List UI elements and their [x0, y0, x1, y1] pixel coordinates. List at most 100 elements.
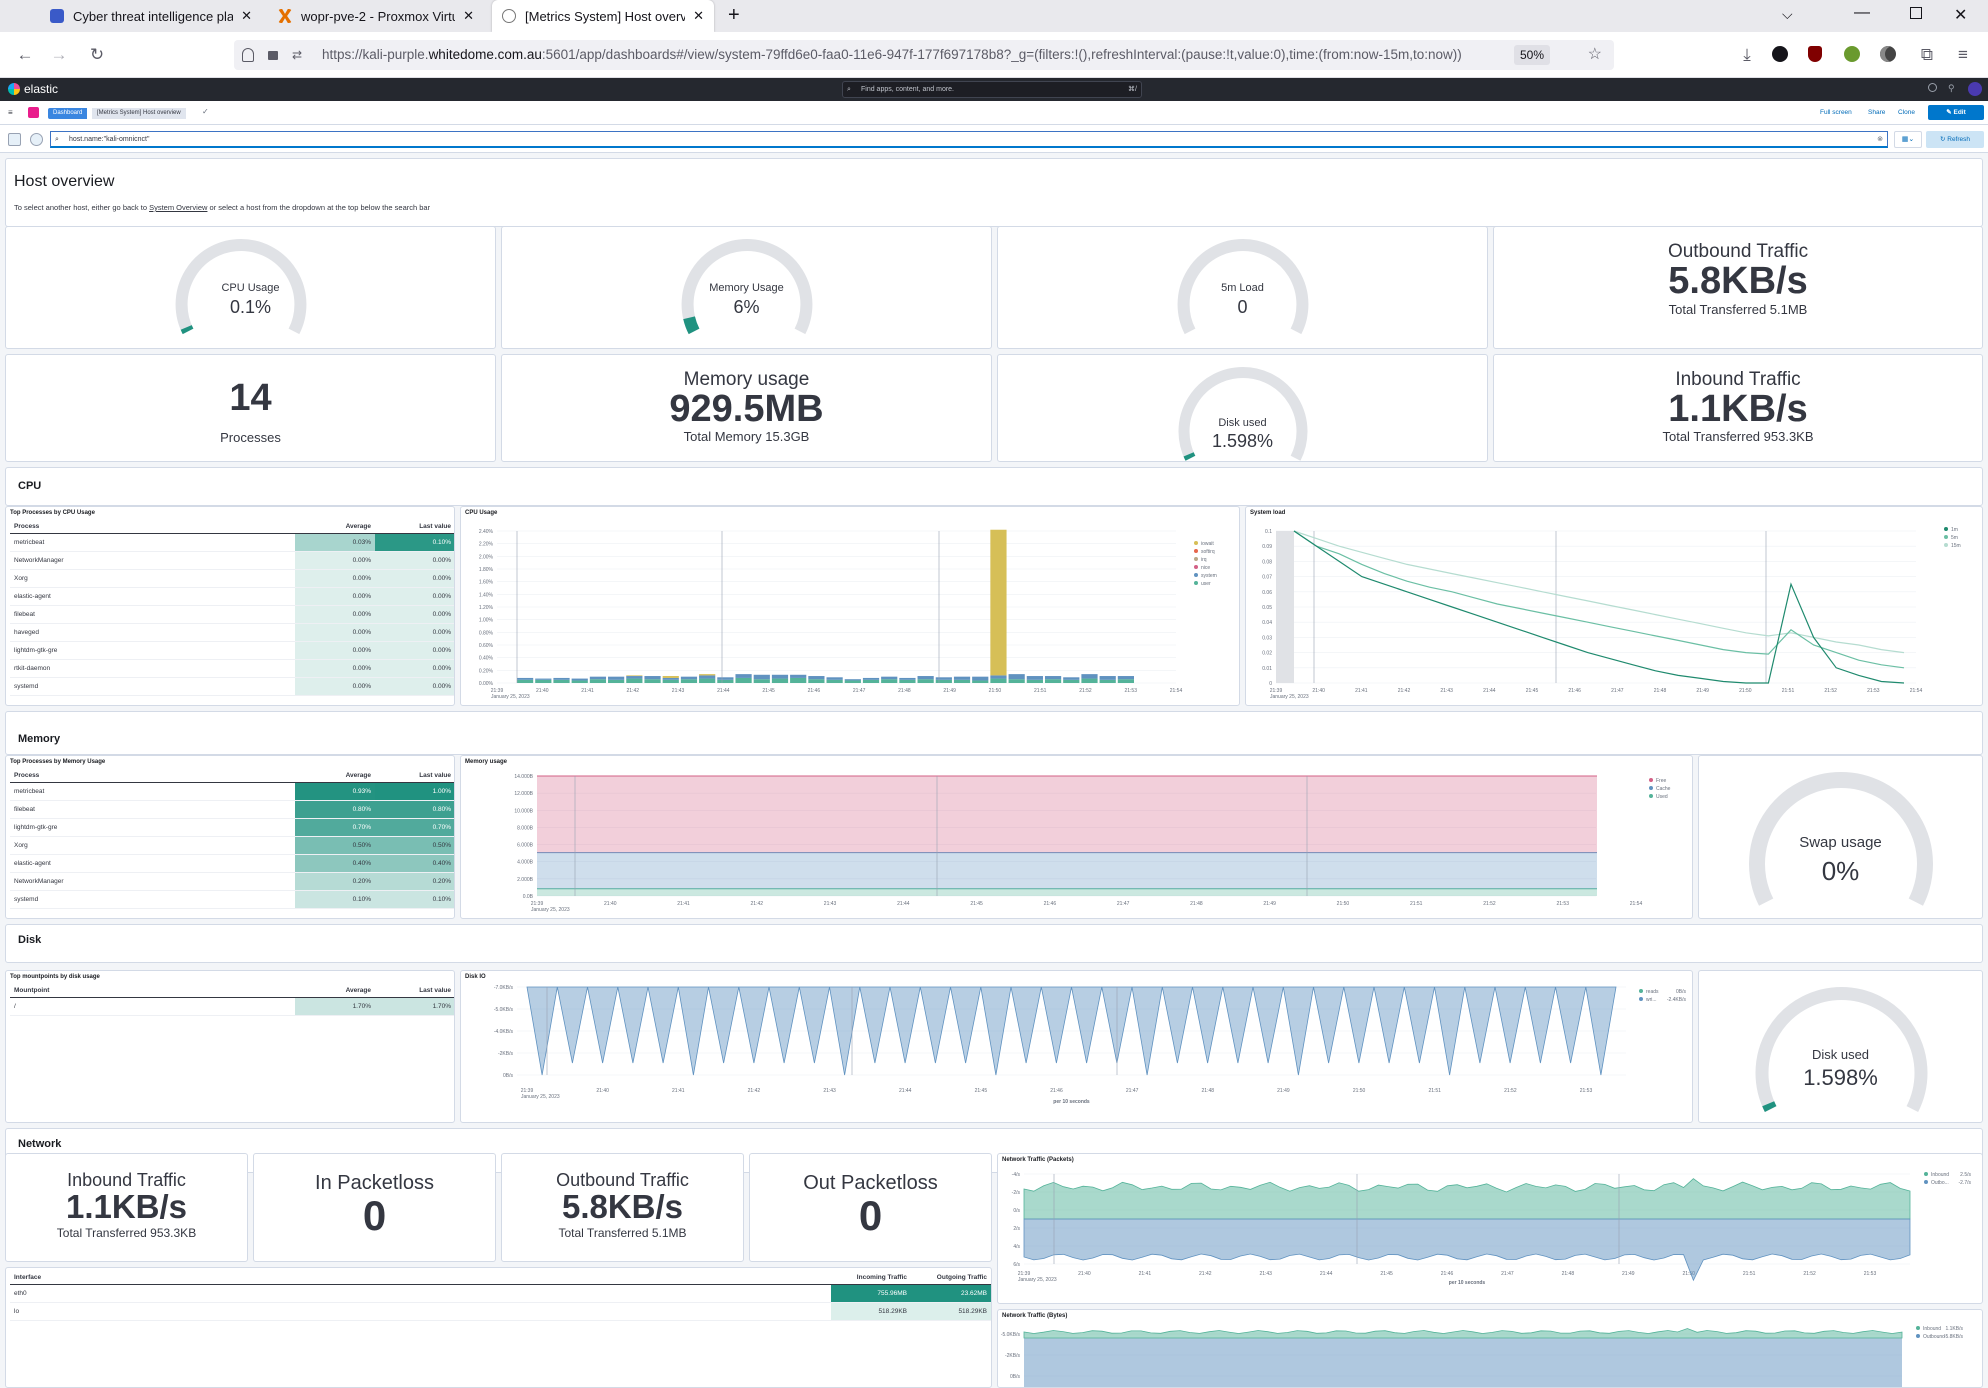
tab-cti-platform[interactable]: Cyber threat intelligence platfor ✕ — [40, 0, 262, 32]
close-icon[interactable]: ✕ — [463, 8, 474, 24]
clear-icon[interactable]: ⊗ — [1877, 132, 1883, 147]
bookmark-star-icon[interactable]: ☆ — [1588, 40, 1602, 70]
column-header[interactable]: Average — [295, 770, 375, 783]
refresh-label: Refresh — [1947, 136, 1971, 143]
x-tick-label: 21:41 — [677, 901, 690, 907]
x-tick-label: 21:42 — [751, 901, 764, 907]
cpu-usage-chart[interactable]: 0.00% 0.20% 0.40% 0.60% 0.80% 1.00% 1.20% 1.40%… — [461, 519, 1240, 705]
extension-gray-icon[interactable] — [1880, 46, 1896, 62]
gauge-fill — [683, 316, 700, 335]
column-header[interactable]: Outgoing Traffic — [911, 1272, 991, 1285]
row-label: lightdm-gtk-gre — [10, 641, 295, 660]
newsfeed-icon[interactable]: ⚲ — [1948, 83, 1955, 94]
user-avatar[interactable] — [1968, 82, 1982, 96]
tracking-shield-icon[interactable] — [242, 48, 254, 62]
full-screen-button[interactable]: Full screen — [1820, 109, 1852, 116]
gauge-value: 0% — [1821, 856, 1860, 886]
cpu-bar-user — [589, 679, 607, 683]
edit-button[interactable]: ✎ Edit — [1928, 105, 1984, 120]
brand-name[interactable]: elastic — [24, 82, 58, 96]
column-header[interactable]: Incoming Traffic — [831, 1272, 911, 1285]
disk-io-chart-panel: Disk IO 0B/s -2KB/s -4.0KB/s -5.0KB/s -7.0KB… — [460, 970, 1693, 1123]
elastic-logo-icon[interactable] — [8, 83, 20, 95]
maximize-icon[interactable] — [1910, 7, 1922, 19]
column-header[interactable]: Average — [295, 521, 375, 534]
row-value: 0.00% — [375, 605, 454, 624]
row-value: 0.00% — [295, 677, 375, 696]
column-header[interactable]: Last value — [375, 770, 454, 783]
tab-list-chevron-icon[interactable]: ⌵ — [1782, 6, 1793, 23]
legend-label: wri... — [1646, 997, 1657, 1003]
ublock-icon[interactable] — [1808, 46, 1822, 62]
kql-query-input[interactable]: ⌕ host.name:"kali-omnicnct" ⊗ — [50, 131, 1888, 148]
column-header[interactable]: Mountpoint — [10, 985, 295, 998]
legend-dot — [1944, 535, 1948, 539]
extension-dark-icon[interactable] — [1772, 46, 1788, 62]
metric-value: 0 — [362, 1192, 387, 1239]
url-path: :5601/app/dashboards#/view/system-79ffd6… — [541, 47, 1462, 62]
legend-value: -5.8KB/s — [1944, 1334, 1964, 1340]
cpu-bar-iowait — [990, 529, 1007, 676]
url-bar[interactable]: ⇄ https://kali-purple.whitedome.com.au:5… — [234, 40, 1614, 70]
menu-toggle-icon[interactable]: ≡ — [8, 108, 13, 117]
permissions-icon[interactable]: ⇄ — [292, 40, 302, 70]
legend-label: iowait — [1201, 541, 1214, 547]
tab-label: Cyber threat intelligence platfor — [73, 8, 234, 24]
close-icon[interactable]: ✕ — [693, 8, 704, 24]
network-packets-chart-panel: Network Traffic (Packets) 6/s 4/s 2/s 0/s -2… — [997, 1153, 1983, 1304]
close-icon[interactable]: ✕ — [241, 8, 252, 24]
row-value: 0.00% — [375, 659, 454, 678]
reload-icon[interactable]: ↻ — [84, 42, 110, 68]
saved-query-icon[interactable] — [8, 133, 21, 146]
y-tick-label: 0B/s — [1010, 1374, 1021, 1380]
memory-usage-chart[interactable]: 0.0B 2.000B 4.000B 6.000B 8.000B 10.000B 12.00… — [461, 768, 1693, 918]
cpu-bar-system — [790, 674, 807, 678]
x-tick-label: 21:41 — [1139, 1271, 1152, 1277]
x-date-label: January 25, 2023 — [1270, 694, 1309, 700]
global-search-input[interactable]: ⌕ Find apps, content, and more. ⌘/ — [842, 81, 1142, 98]
tab-proxmox[interactable]: wopr-pve-2 - Proxmox Virtual E ✕ — [268, 0, 484, 32]
zoom-level[interactable]: 50% — [1513, 45, 1550, 65]
column-header[interactable]: Average — [295, 985, 375, 998]
cpu-bar-system — [1063, 677, 1080, 680]
lock-icon[interactable] — [268, 51, 278, 60]
cpu-usage-gauge-panel: CPU Usage 0.1% — [5, 226, 496, 349]
network-bytes-chart[interactable]: 0B/s -2KB/s -5.0KB/s Inbound 1.1KB/sOutbound… — [998, 1320, 1983, 1388]
network-packets-chart[interactable]: 6/s4/s2/s0/s-2/s-4/s21:39 21:40 21:41 21:42… — [998, 1164, 1983, 1304]
filter-add-icon[interactable] — [30, 133, 43, 146]
help-icon[interactable] — [1928, 83, 1937, 92]
column-header[interactable]: Last value — [375, 521, 454, 534]
panel-title: Network Traffic (Packets) — [1002, 1157, 1074, 1163]
column-header[interactable]: Process — [10, 521, 295, 534]
y-tick-label: -2/s — [1012, 1190, 1021, 1196]
menu-hamburger-icon[interactable]: ≡ — [1950, 42, 1976, 68]
clone-button[interactable]: Clone — [1898, 109, 1915, 116]
legend-label: reads — [1646, 989, 1659, 995]
system-load-chart[interactable]: 0 0.01 0.02 0.03 0.04 0.05 0.06 0.07 0.08 0.09 0.1… — [1246, 519, 1983, 705]
disk-io-chart[interactable]: 0B/s-2KB/s-4.0KB/s-5.0KB/s-7.0KB/s21:39 2… — [461, 981, 1693, 1123]
app-dashboard-icon[interactable] — [28, 107, 39, 118]
back-arrow-icon[interactable]: ← — [12, 42, 38, 68]
table-row: lo 518.29KB 518.29KB — [10, 1302, 991, 1321]
breadcrumb-dashboard[interactable]: Dashboard — [48, 108, 88, 119]
row-value: 0.80% — [375, 800, 454, 819]
new-tab-icon[interactable]: + — [728, 4, 740, 27]
system-overview-link[interactable]: System Overview — [149, 203, 207, 212]
close-window-icon[interactable]: ✕ — [1954, 5, 1967, 25]
column-header[interactable]: Process — [10, 770, 295, 783]
column-header[interactable]: Interface — [10, 1272, 831, 1285]
interface-table: Interface Incoming Traffic Outgoing Traffi… — [10, 1272, 991, 1321]
tab-host-overview[interactable]: [Metrics System] Host overview ✕ — [492, 0, 714, 32]
forward-arrow-icon[interactable]: → — [46, 42, 72, 68]
refresh-button[interactable]: ↻ Refresh — [1926, 131, 1984, 148]
y-tick-label: 0.80% — [479, 630, 494, 636]
y-tick-label: 1.60% — [479, 580, 494, 586]
gauge-label: 5m Load — [1221, 282, 1264, 294]
extension-green-icon[interactable] — [1844, 46, 1860, 62]
column-header[interactable]: Last value — [375, 985, 454, 998]
minimize-icon[interactable]: — — [1854, 4, 1870, 22]
share-button[interactable]: Share — [1868, 109, 1885, 116]
downloads-icon[interactable]: ⤓ — [1734, 42, 1760, 68]
extensions-puzzle-icon[interactable]: ⧉ — [1914, 42, 1940, 68]
date-picker-icon[interactable]: ▦⌄ — [1894, 131, 1922, 148]
